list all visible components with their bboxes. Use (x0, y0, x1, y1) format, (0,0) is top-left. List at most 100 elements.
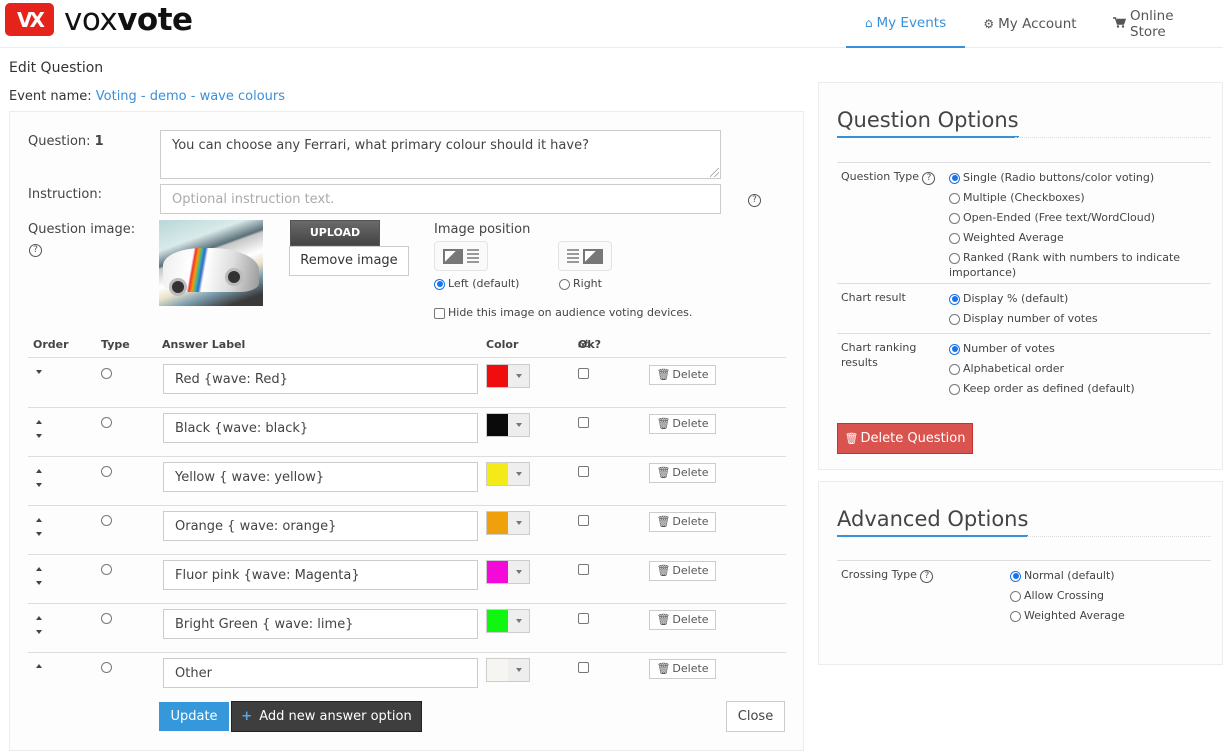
answer-color-picker[interactable] (486, 658, 530, 682)
hide-image-option[interactable]: Hide this image on audience voting devic… (434, 306, 692, 319)
delete-question-button[interactable]: 🗑︎ Delete Question (837, 423, 973, 454)
instruction-input[interactable] (160, 184, 721, 214)
question-text-input[interactable]: You can choose any Ferrari, what primary… (160, 130, 721, 179)
answer-type-radio[interactable] (101, 613, 112, 624)
chart-result-radio[interactable] (949, 293, 960, 305)
color-dropdown-toggle[interactable] (508, 561, 529, 583)
answer-label-input[interactable] (163, 511, 478, 541)
chart-ranking-option[interactable]: Number of votes (949, 341, 1055, 356)
move-up-arrow-icon[interactable] (36, 469, 42, 473)
answer-label-input[interactable] (163, 658, 478, 688)
question-image-help-icon[interactable]: ? (29, 244, 42, 257)
event-name-link[interactable]: Voting - demo - wave colours (96, 89, 285, 104)
answer-ok-checkbox[interactable] (578, 613, 589, 624)
answer-color-picker[interactable] (486, 364, 530, 388)
crossing-type-option[interactable]: Allow Crossing (1010, 588, 1104, 603)
delete-answer-button[interactable]: 🗑︎ Delete (649, 561, 716, 581)
answer-color-picker[interactable] (486, 609, 530, 633)
answer-label-input[interactable] (163, 609, 478, 639)
answer-ok-checkbox[interactable] (578, 466, 589, 477)
image-left-layout-icon[interactable] (434, 241, 488, 271)
answer-color-picker[interactable] (486, 511, 530, 535)
question-type-option[interactable]: Ranked (Rank with numbers to indicate im… (949, 250, 1189, 280)
chart-result-option[interactable]: Display % (default) (949, 291, 1068, 306)
answer-type-radio[interactable] (101, 662, 112, 673)
close-button[interactable]: Close (726, 701, 785, 732)
color-dropdown-toggle[interactable] (508, 512, 529, 534)
answer-type-radio[interactable] (101, 368, 112, 379)
delete-answer-button[interactable]: 🗑︎ Delete (649, 610, 716, 630)
color-dropdown-toggle[interactable] (508, 414, 529, 436)
crossing-type-help-icon[interactable]: ? (920, 570, 934, 583)
image-position-left-radio[interactable] (434, 278, 445, 290)
nav-my-events[interactable]: ⌂ My Events (846, 0, 965, 48)
move-up-arrow-icon[interactable] (36, 616, 42, 620)
move-down-arrow-icon[interactable] (36, 434, 42, 438)
crossing-type-radio[interactable] (1010, 570, 1021, 582)
answer-label-input[interactable] (163, 364, 478, 394)
answer-color-picker[interactable] (486, 413, 530, 437)
move-up-arrow-icon[interactable] (36, 420, 42, 424)
image-position-right-radio[interactable] (559, 278, 570, 290)
chart-result-radio[interactable] (949, 313, 960, 325)
answer-type-radio[interactable] (101, 515, 112, 526)
move-down-arrow-icon[interactable] (36, 483, 42, 487)
update-button[interactable]: Update (159, 702, 229, 731)
answer-color-picker[interactable] (486, 462, 530, 486)
answer-ok-checkbox[interactable] (578, 368, 589, 379)
move-down-arrow-icon[interactable] (36, 581, 42, 585)
answer-type-radio[interactable] (101, 417, 112, 428)
question-type-radio[interactable] (949, 212, 960, 224)
answer-label-input[interactable] (163, 560, 478, 590)
textarea-resize-handle[interactable] (710, 168, 719, 177)
delete-answer-button[interactable]: 🗑︎ Delete (649, 463, 716, 483)
question-type-radio[interactable] (949, 192, 960, 204)
delete-answer-button[interactable]: 🗑︎ Delete (649, 414, 716, 434)
answer-ok-checkbox[interactable] (578, 662, 589, 673)
chart-result-option[interactable]: Display number of votes (949, 311, 1098, 326)
crossing-type-option[interactable]: Normal (default) (1010, 568, 1115, 583)
delete-answer-button[interactable]: 🗑︎ Delete (649, 659, 716, 679)
answer-color-picker[interactable] (486, 560, 530, 584)
nav-my-account[interactable]: ⚙ My Account (965, 0, 1095, 48)
question-type-radio[interactable] (949, 172, 960, 184)
crossing-type-option[interactable]: Weighted Average (1010, 608, 1125, 623)
crossing-type-radio[interactable] (1010, 610, 1021, 622)
chart-ranking-radio[interactable] (949, 363, 960, 375)
color-dropdown-toggle[interactable] (508, 365, 529, 387)
image-position-left-option[interactable]: Left (default) (434, 277, 519, 290)
delete-answer-button[interactable]: 🗑︎ Delete (649, 512, 716, 532)
question-type-option[interactable]: Single (Radio buttons/color voting) (949, 170, 1154, 185)
answer-type-radio[interactable] (101, 564, 112, 575)
voxvote-logo[interactable]: VX voxvote (5, 3, 193, 36)
delete-answer-button[interactable]: 🗑︎ Delete (649, 365, 716, 385)
crossing-type-radio[interactable] (1010, 590, 1021, 602)
image-position-right-option[interactable]: Right (559, 277, 602, 290)
color-dropdown-toggle[interactable] (508, 463, 529, 485)
remove-image-button[interactable]: Remove image (289, 246, 409, 276)
move-up-arrow-icon[interactable] (36, 518, 42, 522)
chart-ranking-radio[interactable] (949, 343, 960, 355)
move-down-arrow-icon[interactable] (36, 532, 42, 536)
answer-type-radio[interactable] (101, 466, 112, 477)
image-right-layout-icon[interactable] (558, 241, 612, 271)
move-down-arrow-icon[interactable] (36, 370, 42, 374)
question-type-help-icon[interactable]: ? (922, 172, 936, 185)
answer-ok-checkbox[interactable] (578, 417, 589, 428)
hide-image-checkbox[interactable] (434, 307, 445, 319)
answer-ok-checkbox[interactable] (578, 515, 589, 526)
move-up-arrow-icon[interactable] (36, 567, 42, 571)
answer-ok-checkbox[interactable] (578, 564, 589, 575)
color-dropdown-toggle[interactable] (508, 610, 529, 632)
question-type-option[interactable]: Multiple (Checkboxes) (949, 190, 1085, 205)
question-type-option[interactable]: Open-Ended (Free text/WordCloud) (949, 210, 1155, 225)
chart-ranking-option[interactable]: Keep order as defined (default) (949, 381, 1135, 396)
chart-ranking-option[interactable]: Alphabetical order (949, 361, 1064, 376)
move-up-arrow-icon[interactable] (36, 664, 42, 668)
answer-label-input[interactable] (163, 413, 478, 443)
chart-ranking-radio[interactable] (949, 383, 960, 395)
question-type-radio[interactable] (949, 232, 960, 244)
move-down-arrow-icon[interactable] (36, 630, 42, 634)
question-type-radio[interactable] (949, 252, 960, 264)
color-dropdown-toggle[interactable] (508, 659, 529, 681)
